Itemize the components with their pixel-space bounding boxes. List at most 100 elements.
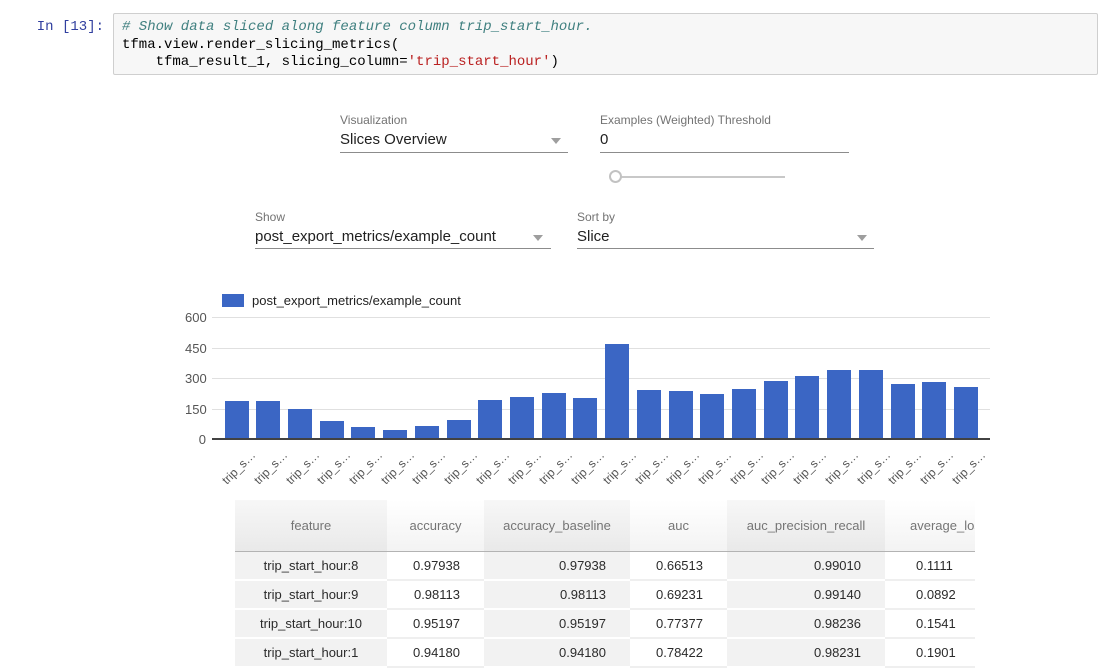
bar[interactable]: [954, 387, 978, 439]
threshold-slider-track[interactable]: [616, 176, 785, 178]
bar[interactable]: [225, 401, 249, 439]
metric-cell: 0.78422: [630, 638, 727, 667]
bar[interactable]: [891, 384, 915, 439]
show-label: Show: [255, 210, 285, 224]
metric-cell: 0.99010: [727, 552, 885, 581]
code-comment: # Show data sliced along feature column …: [122, 19, 592, 35]
feature-cell: trip_start_hour:9: [235, 580, 387, 609]
bar[interactable]: [732, 389, 756, 439]
bar[interactable]: [922, 382, 946, 439]
column-header[interactable]: auc_precision_recall: [727, 500, 885, 552]
bar[interactable]: [795, 376, 819, 439]
bar[interactable]: [605, 344, 629, 439]
metrics-table-container: featureaccuracyaccuracy_baselineaucauc_p…: [235, 500, 975, 668]
column-header[interactable]: auc: [630, 500, 727, 552]
bar[interactable]: [859, 370, 883, 439]
x-tick-label: trip_s…: [663, 448, 702, 487]
x-tick-label: trip_s…: [410, 448, 449, 487]
x-tick-label: trip_s…: [283, 448, 322, 487]
visualization-label: Visualization: [340, 113, 407, 127]
bar[interactable]: [510, 397, 534, 439]
gridline: [212, 348, 990, 349]
table-row: trip_start_hour:10.941800.941800.784220.…: [235, 638, 975, 667]
x-tick-label: trip_s…: [949, 448, 988, 487]
x-tick-label: trip_s…: [441, 448, 480, 487]
code-line-3: tfma_result_1, slicing_column='trip_star…: [122, 54, 1089, 72]
threshold-slider-knob[interactable]: [609, 170, 622, 183]
column-header[interactable]: feature: [235, 500, 387, 552]
metric-cell: 0.98113: [484, 580, 630, 609]
chevron-down-icon[interactable]: [857, 235, 867, 241]
bar[interactable]: [827, 370, 851, 439]
bar[interactable]: [320, 421, 344, 439]
input-prompt: In [13]:: [0, 19, 104, 35]
code-line3-string: 'trip_start_hour': [408, 54, 551, 70]
bar[interactable]: [637, 390, 661, 439]
table-header-row: featureaccuracyaccuracy_baselineaucauc_p…: [235, 500, 975, 552]
x-tick-label: trip_s…: [600, 448, 639, 487]
x-tick-label: trip_s…: [790, 448, 829, 487]
code-cell[interactable]: # Show data sliced along feature column …: [113, 13, 1098, 75]
bar[interactable]: [447, 420, 471, 439]
legend-label: post_export_metrics/example_count: [252, 293, 461, 308]
bar[interactable]: [573, 398, 597, 439]
metric-cell: 0.95197: [484, 609, 630, 638]
metric-cell: 0.1541: [885, 609, 975, 638]
metric-cell: 0.0892: [885, 580, 975, 609]
show-dropdown[interactable]: post_export_metrics/example_count: [255, 228, 496, 245]
metric-cell: 0.99140: [727, 580, 885, 609]
metric-cell: 0.1111: [885, 552, 975, 581]
x-tick-label: trip_s…: [219, 448, 258, 487]
metric-cell: 0.94180: [484, 638, 630, 667]
bar[interactable]: [478, 400, 502, 439]
visualization-underline: [340, 152, 568, 153]
x-tick-label: trip_s…: [378, 448, 417, 487]
table-row: trip_start_hour:90.981130.981130.692310.…: [235, 580, 975, 609]
bar[interactable]: [256, 401, 280, 439]
x-tick-label: trip_s…: [473, 448, 512, 487]
column-header[interactable]: accuracy_baseline: [484, 500, 630, 552]
x-tick-label: trip_s…: [251, 448, 290, 487]
metric-cell: 0.94180: [387, 638, 484, 667]
y-tick-label: 150: [185, 402, 206, 417]
bar[interactable]: [415, 426, 439, 439]
bar[interactable]: [542, 393, 566, 439]
x-tick-label: trip_s…: [536, 448, 575, 487]
chevron-down-icon[interactable]: [533, 235, 543, 241]
bar[interactable]: [288, 409, 312, 440]
metric-cell: 0.97938: [484, 552, 630, 581]
bar[interactable]: [764, 381, 788, 439]
feature-cell: trip_start_hour:1: [235, 638, 387, 667]
column-header[interactable]: average_los: [885, 500, 975, 552]
x-tick-label: trip_s…: [695, 448, 734, 487]
chevron-down-icon[interactable]: [551, 138, 561, 144]
gridline: [212, 317, 990, 318]
visualization-dropdown[interactable]: Slices Overview: [340, 131, 447, 148]
x-tick-label: trip_s…: [314, 448, 353, 487]
threshold-input[interactable]: 0: [600, 131, 608, 148]
metric-cell: 0.98231: [727, 638, 885, 667]
x-tick-label: trip_s…: [346, 448, 385, 487]
bar[interactable]: [700, 394, 724, 439]
table-row: trip_start_hour:100.951970.951970.773770…: [235, 609, 975, 638]
notebook-page: In [13]: # Show data sliced along featur…: [0, 0, 1111, 668]
legend-swatch: [222, 294, 244, 307]
x-tick-label: trip_s…: [727, 448, 766, 487]
feature-cell: trip_start_hour:10: [235, 609, 387, 638]
column-header[interactable]: accuracy: [387, 500, 484, 552]
bar[interactable]: [669, 391, 693, 439]
x-tick-label: trip_s…: [854, 448, 893, 487]
metric-cell: 0.77377: [630, 609, 727, 638]
x-tick-label: trip_s…: [632, 448, 671, 487]
x-tick-label: trip_s…: [568, 448, 607, 487]
code-line3-pre: tfma_result_1, slicing_column=: [122, 54, 408, 70]
show-underline: [255, 248, 551, 249]
sort-by-dropdown[interactable]: Slice: [577, 228, 610, 245]
code-line-2: tfma.view.render_slicing_metrics(: [122, 37, 1089, 55]
y-tick-label: 450: [185, 341, 206, 356]
metric-cell: 0.1901: [885, 638, 975, 667]
metric-cell: 0.97938: [387, 552, 484, 581]
code-line-comment: # Show data sliced along feature column …: [122, 19, 1089, 37]
sort-by-label: Sort by: [577, 210, 615, 224]
code-line3-close: ): [550, 54, 558, 70]
